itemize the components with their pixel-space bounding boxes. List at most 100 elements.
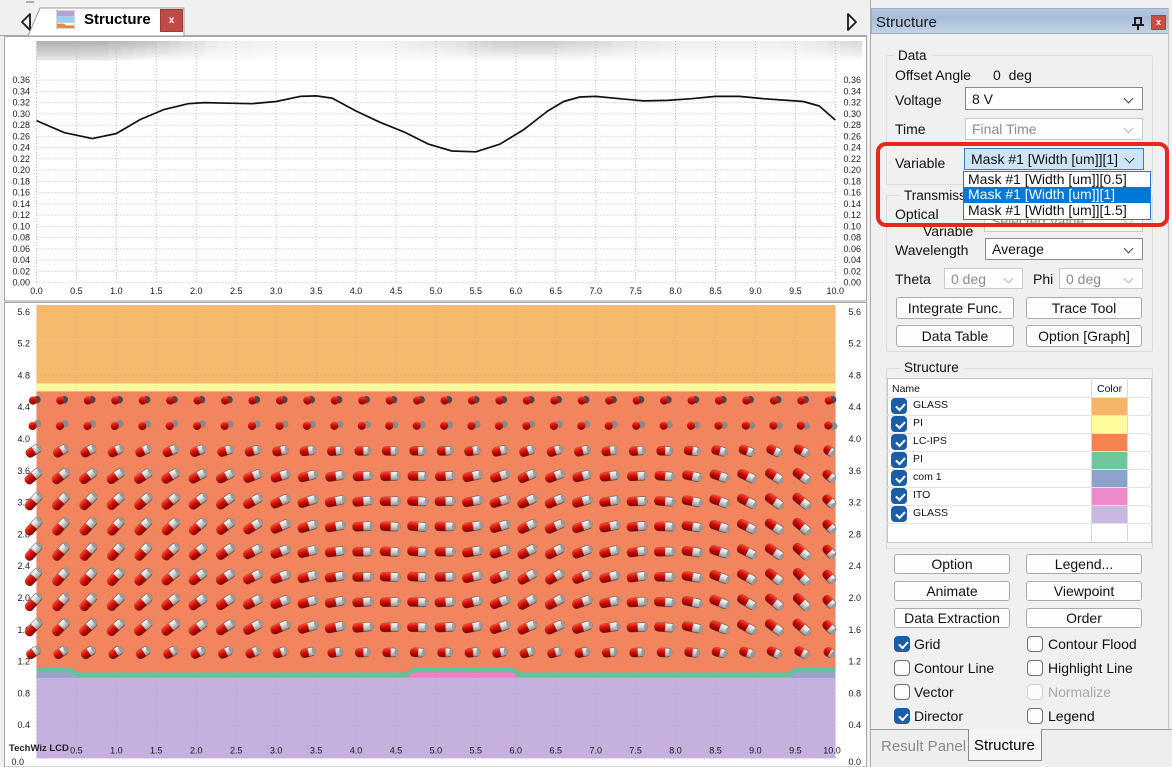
svg-text:0.12: 0.12 xyxy=(843,210,861,220)
svg-text:1.6: 1.6 xyxy=(848,625,861,635)
svg-text:0.24: 0.24 xyxy=(843,143,861,153)
svg-text:7.5: 7.5 xyxy=(629,286,642,296)
svg-text:0.28: 0.28 xyxy=(843,120,861,130)
svg-text:8.0: 8.0 xyxy=(669,746,682,756)
svg-text:0.20: 0.20 xyxy=(12,165,30,175)
svg-text:4.5: 4.5 xyxy=(390,746,403,756)
svg-text:3.0: 3.0 xyxy=(270,746,283,756)
svg-text:6.0: 6.0 xyxy=(510,746,523,756)
svg-text:1.2: 1.2 xyxy=(848,657,861,667)
svg-text:5.6: 5.6 xyxy=(848,307,861,317)
svg-text:0.4: 0.4 xyxy=(848,720,861,730)
svg-text:0.5: 0.5 xyxy=(70,746,83,756)
svg-text:6.5: 6.5 xyxy=(549,746,562,756)
svg-text:0.16: 0.16 xyxy=(12,188,30,198)
svg-text:5.5: 5.5 xyxy=(470,286,483,296)
svg-text:2.5: 2.5 xyxy=(230,286,243,296)
svg-text:3.6: 3.6 xyxy=(17,466,30,476)
svg-text:4.4: 4.4 xyxy=(17,402,30,412)
svg-text:1.5: 1.5 xyxy=(150,746,163,756)
svg-text:0.28: 0.28 xyxy=(12,120,30,130)
svg-text:1.0: 1.0 xyxy=(110,746,123,756)
svg-text:4.5: 4.5 xyxy=(390,286,403,296)
svg-text:5.2: 5.2 xyxy=(17,339,30,349)
svg-text:10.0: 10.0 xyxy=(823,746,841,756)
svg-text:2.0: 2.0 xyxy=(190,746,203,756)
svg-text:8.5: 8.5 xyxy=(709,286,722,296)
svg-text:TechWiz LCD: TechWiz LCD xyxy=(9,743,69,754)
svg-text:0.02: 0.02 xyxy=(843,266,861,276)
svg-text:1.5: 1.5 xyxy=(150,286,163,296)
svg-text:0.22: 0.22 xyxy=(12,154,30,164)
svg-text:0.8: 0.8 xyxy=(17,688,30,698)
svg-text:0.20: 0.20 xyxy=(843,165,861,175)
svg-text:4.0: 4.0 xyxy=(848,434,861,444)
svg-text:4.0: 4.0 xyxy=(17,434,30,444)
svg-text:0.14: 0.14 xyxy=(843,199,861,209)
svg-text:6.5: 6.5 xyxy=(549,286,562,296)
svg-text:4.0: 4.0 xyxy=(350,746,363,756)
svg-text:0.16: 0.16 xyxy=(843,188,861,198)
svg-text:7.0: 7.0 xyxy=(589,286,602,296)
svg-text:0.06: 0.06 xyxy=(843,244,861,254)
svg-text:0.00: 0.00 xyxy=(12,278,30,288)
svg-text:5.2: 5.2 xyxy=(848,339,861,349)
svg-text:5.6: 5.6 xyxy=(17,307,30,317)
svg-text:0.08: 0.08 xyxy=(843,233,861,243)
svg-text:2.4: 2.4 xyxy=(17,561,30,571)
svg-text:0.22: 0.22 xyxy=(843,154,861,164)
svg-text:9.0: 9.0 xyxy=(749,286,762,296)
svg-text:5.0: 5.0 xyxy=(430,286,443,296)
svg-text:1.0: 1.0 xyxy=(110,286,123,296)
svg-text:3.5: 3.5 xyxy=(310,286,323,296)
svg-text:0.24: 0.24 xyxy=(12,143,30,153)
svg-text:2.4: 2.4 xyxy=(848,561,861,571)
svg-text:0.04: 0.04 xyxy=(12,255,30,265)
svg-text:0.0: 0.0 xyxy=(848,757,861,767)
svg-text:0.30: 0.30 xyxy=(843,109,861,119)
svg-text:0.18: 0.18 xyxy=(12,176,30,186)
svg-text:0.06: 0.06 xyxy=(12,244,30,254)
svg-text:8.0: 8.0 xyxy=(669,286,682,296)
svg-text:4.8: 4.8 xyxy=(848,370,861,380)
svg-text:0.8: 0.8 xyxy=(848,688,861,698)
svg-text:0.10: 0.10 xyxy=(12,221,30,231)
svg-text:0.32: 0.32 xyxy=(843,98,861,108)
svg-text:2.0: 2.0 xyxy=(848,593,861,603)
svg-text:8.5: 8.5 xyxy=(709,746,722,756)
svg-text:0.34: 0.34 xyxy=(843,86,861,96)
svg-text:0.0: 0.0 xyxy=(30,286,43,296)
svg-text:0.04: 0.04 xyxy=(843,255,861,265)
svg-text:0.18: 0.18 xyxy=(843,176,861,186)
svg-text:0.26: 0.26 xyxy=(12,131,30,141)
svg-text:2.8: 2.8 xyxy=(848,529,861,539)
svg-text:0.34: 0.34 xyxy=(12,86,30,96)
svg-text:0.00: 0.00 xyxy=(843,278,861,288)
svg-text:0.36: 0.36 xyxy=(843,75,861,85)
svg-text:3.2: 3.2 xyxy=(848,498,861,508)
svg-text:0.0: 0.0 xyxy=(11,757,24,767)
svg-text:4.4: 4.4 xyxy=(848,402,861,412)
svg-text:9.5: 9.5 xyxy=(789,286,802,296)
svg-text:9.0: 9.0 xyxy=(749,746,762,756)
svg-text:0.26: 0.26 xyxy=(843,131,861,141)
svg-text:0.14: 0.14 xyxy=(12,199,30,209)
svg-text:7.5: 7.5 xyxy=(629,746,642,756)
svg-text:3.5: 3.5 xyxy=(310,746,323,756)
svg-text:0.4: 0.4 xyxy=(17,720,30,730)
svg-text:0.30: 0.30 xyxy=(12,109,30,119)
svg-text:5.0: 5.0 xyxy=(430,746,443,756)
svg-text:7.0: 7.0 xyxy=(589,746,602,756)
svg-text:0.12: 0.12 xyxy=(12,210,30,220)
svg-text:0.36: 0.36 xyxy=(12,75,30,85)
svg-text:9.5: 9.5 xyxy=(789,746,802,756)
svg-text:6.0: 6.0 xyxy=(510,286,523,296)
svg-text:0.10: 0.10 xyxy=(843,221,861,231)
svg-text:5.5: 5.5 xyxy=(470,746,483,756)
svg-text:4.8: 4.8 xyxy=(17,370,30,380)
svg-text:2.0: 2.0 xyxy=(190,286,203,296)
svg-text:3.0: 3.0 xyxy=(270,286,283,296)
svg-text:0.5: 0.5 xyxy=(70,286,83,296)
svg-text:2.5: 2.5 xyxy=(230,746,243,756)
svg-text:10.0: 10.0 xyxy=(827,286,845,296)
